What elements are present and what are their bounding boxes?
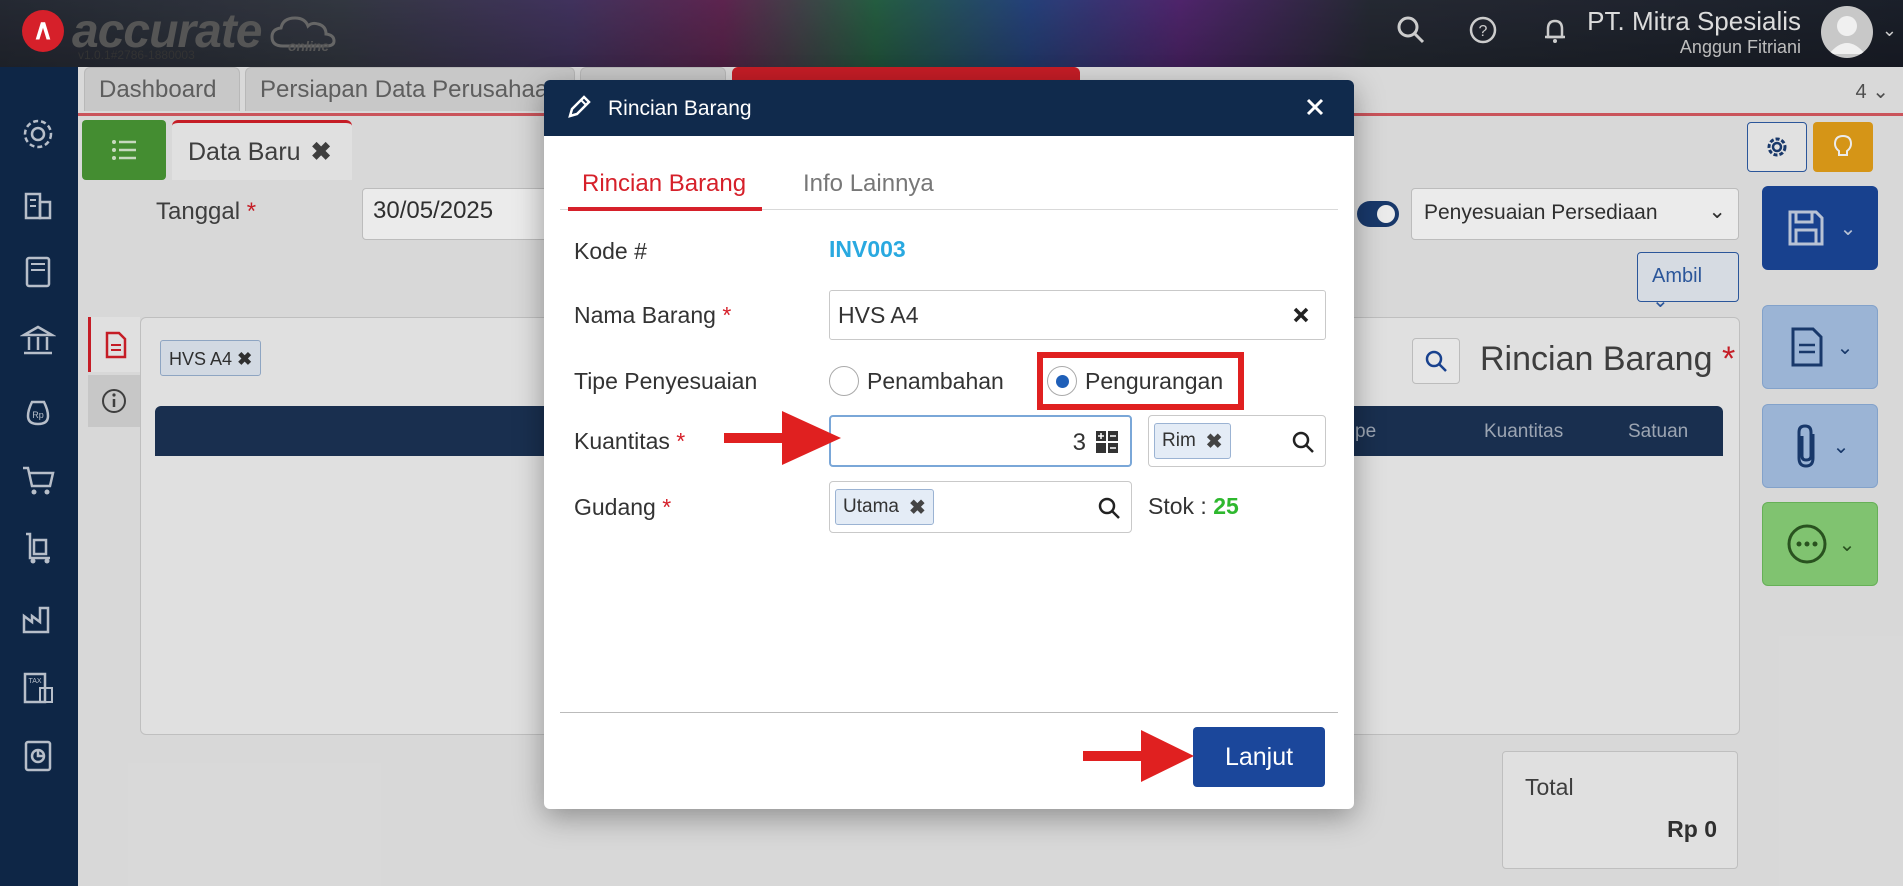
bell-icon[interactable] (1537, 12, 1573, 48)
logo-mark-icon: ∧ (22, 10, 64, 52)
remove-icon[interactable]: ✖ (909, 495, 926, 520)
nama-barang-field[interactable]: HVS A4 (829, 290, 1326, 340)
dialog-header: Rincian Barang (544, 80, 1354, 136)
kode-value[interactable]: INV003 (829, 236, 906, 263)
annotation-highlight-box (1037, 352, 1244, 410)
active-tab-indicator (568, 207, 762, 211)
stok-label: Stok : (1148, 493, 1207, 519)
close-icon[interactable] (1300, 92, 1330, 122)
kuantitas-label: Kuantitas * (574, 428, 686, 454)
kuantitas-field[interactable]: 3 (829, 415, 1132, 467)
tab-rincian-barang[interactable]: Rincian Barang (582, 170, 746, 198)
search-icon[interactable] (1393, 12, 1429, 48)
satuan-chip[interactable]: Rim ✖ (1154, 423, 1231, 459)
logo-subtext: online (288, 38, 330, 54)
annotation-arrow-icon (724, 411, 841, 465)
rincian-barang-dialog: Rincian Barang Rincian Barang Info Lainn… (544, 80, 1354, 809)
dialog-title: Rincian Barang (608, 97, 752, 120)
kode-label: Kode # (574, 238, 647, 264)
kuantitas-value: 3 (1072, 429, 1086, 456)
company-name: PT. Mitra Spesialis (1587, 6, 1801, 36)
avatar[interactable] (1821, 6, 1873, 58)
annotation-arrow-icon (1083, 730, 1194, 782)
radio-button[interactable] (829, 366, 859, 396)
gudang-chip[interactable]: Utama ✖ (835, 489, 934, 525)
top-icon-group: ? (1393, 12, 1573, 48)
gudang-label: Gudang * (574, 494, 672, 520)
footer-divider (560, 712, 1338, 713)
nama-barang-label: Nama Barang * (574, 302, 732, 328)
svg-text:?: ? (1479, 23, 1488, 40)
radio-penambahan[interactable]: Penambahan (829, 366, 1004, 396)
company-info[interactable]: PT. Mitra Spesialis Anggun Fitriani (1587, 6, 1801, 58)
help-icon[interactable]: ? (1465, 12, 1501, 48)
app-version: v1.0.1#2786-1880003 (78, 48, 195, 62)
user-name: Anggun Fitriani (1679, 37, 1801, 57)
app-logo[interactable]: ∧ accurate online v1.0.1#2786-1880003 (20, 5, 336, 64)
calculator-icon[interactable] (1094, 429, 1120, 455)
satuan-field[interactable]: Rim ✖ (1148, 415, 1326, 467)
search-icon[interactable] (1097, 496, 1121, 520)
tab-info-lainnya[interactable]: Info Lainnya (803, 170, 934, 198)
radio-label: Penambahan (867, 367, 1004, 394)
gudang-value: Utama (843, 496, 899, 517)
pencil-icon (568, 95, 591, 118)
clear-icon[interactable] (1291, 305, 1311, 325)
search-icon[interactable] (1291, 430, 1315, 454)
stok-value: 25 (1213, 493, 1239, 519)
dialog-tabs: Rincian Barang Info Lainnya (560, 156, 1338, 211)
stok-info: Stok : 25 (1148, 493, 1239, 520)
nama-barang-value: HVS A4 (838, 302, 919, 328)
gudang-field[interactable]: Utama ✖ (829, 481, 1132, 533)
satuan-value: Rim (1162, 430, 1196, 451)
chevron-down-icon[interactable]: ⌄ (1882, 20, 1897, 41)
tipe-penyesuaian-label: Tipe Penyesuaian (574, 368, 758, 394)
lanjut-button[interactable]: Lanjut (1193, 727, 1325, 787)
remove-icon[interactable]: ✖ (1206, 429, 1223, 454)
